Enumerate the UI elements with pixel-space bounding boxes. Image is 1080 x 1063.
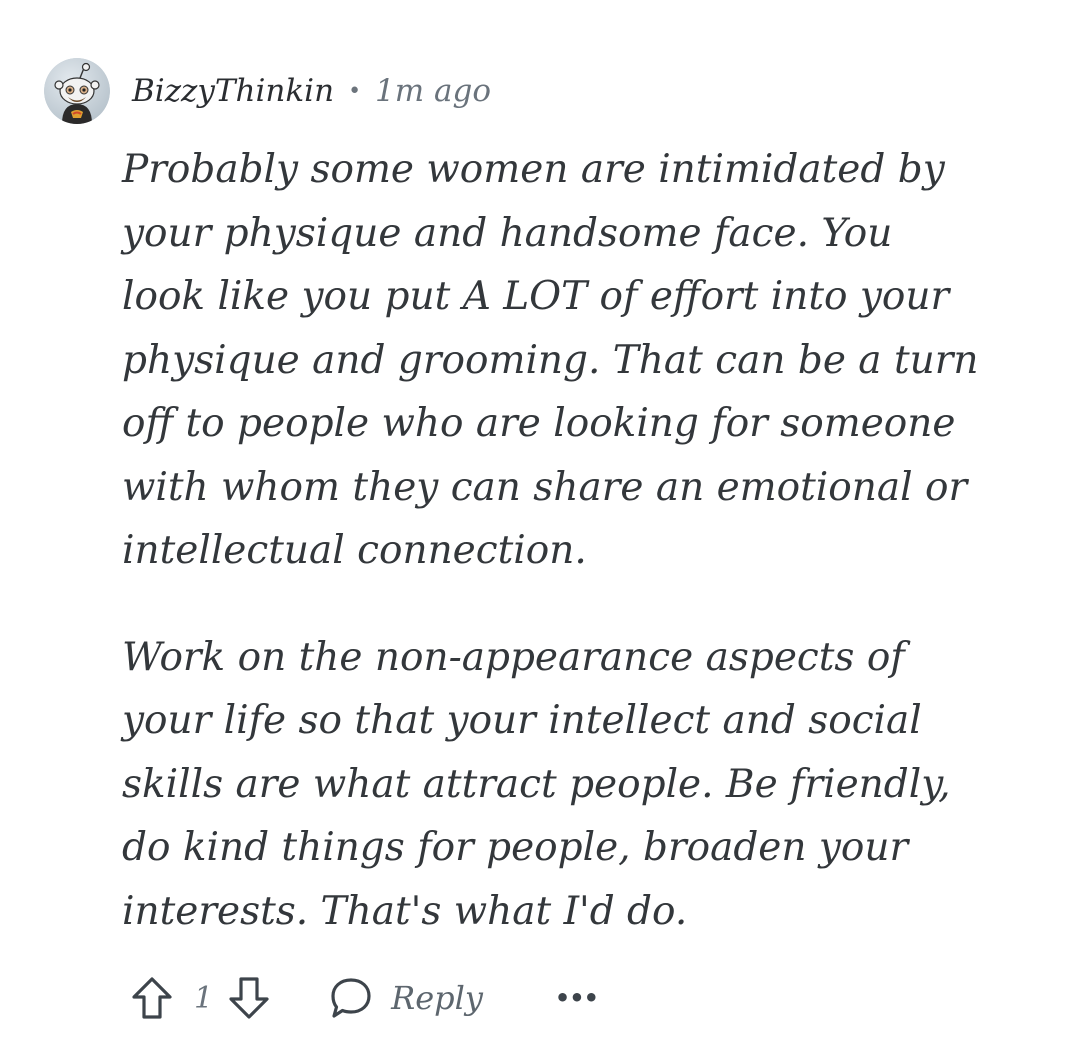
comment-line: interests. That's what I'd do. [122, 888, 688, 934]
arrow-down-icon [229, 977, 269, 1019]
comment-line: your life so that your intellect and soc… [122, 698, 922, 743]
comment-actions: 1 Reply ••• [130, 968, 599, 1028]
arrow-up-icon [132, 977, 172, 1019]
comment-line: skills are what attract people. Be frien… [122, 761, 951, 807]
comment-line: do kind things for people, broaden your [122, 825, 909, 870]
downvote-button[interactable] [227, 975, 271, 1021]
comment-paragraph: Work on the non-appearance aspects of yo… [122, 626, 1042, 944]
comment-line: Work on the non-appearance aspects of [122, 634, 905, 680]
meta-separator: • [348, 78, 362, 104]
comment-paragraph: Probably some women are intimidated by y… [122, 138, 1042, 583]
comment-timestamp: 1m ago [375, 73, 492, 109]
vote-count: 1 [194, 980, 214, 1016]
ellipsis-icon: ••• [554, 984, 599, 1012]
comment-line: Probably some women are intimidated by [122, 147, 945, 192]
comment-header: BizzyThinkin • 1m ago [44, 56, 491, 126]
comment-line: your physique and handsome face. You [122, 210, 893, 256]
comment-line: look like you put A LOT of effort into y… [122, 274, 950, 319]
comment-line: intellectual connection. [122, 528, 587, 573]
comment-body: Probably some women are intimidated by y… [122, 138, 1042, 943]
comment-author[interactable]: BizzyThinkin [132, 73, 334, 109]
reply-button[interactable]: Reply [329, 976, 483, 1020]
reply-label: Reply [391, 979, 483, 1017]
comment-line: physique and grooming. That can be a tur… [122, 337, 979, 383]
more-options-button[interactable]: ••• [554, 984, 599, 1012]
upvote-button[interactable] [130, 975, 174, 1021]
comment-line: off to people who are looking for someon… [122, 401, 956, 446]
avatar[interactable] [44, 58, 110, 124]
comment-line: with whom they can share an emotional or [122, 464, 968, 510]
snoo-avatar-icon [44, 58, 110, 124]
speech-bubble-icon [331, 978, 371, 1018]
comment: BizzyThinkin • 1m ago Probably some wome… [0, 0, 1080, 1063]
